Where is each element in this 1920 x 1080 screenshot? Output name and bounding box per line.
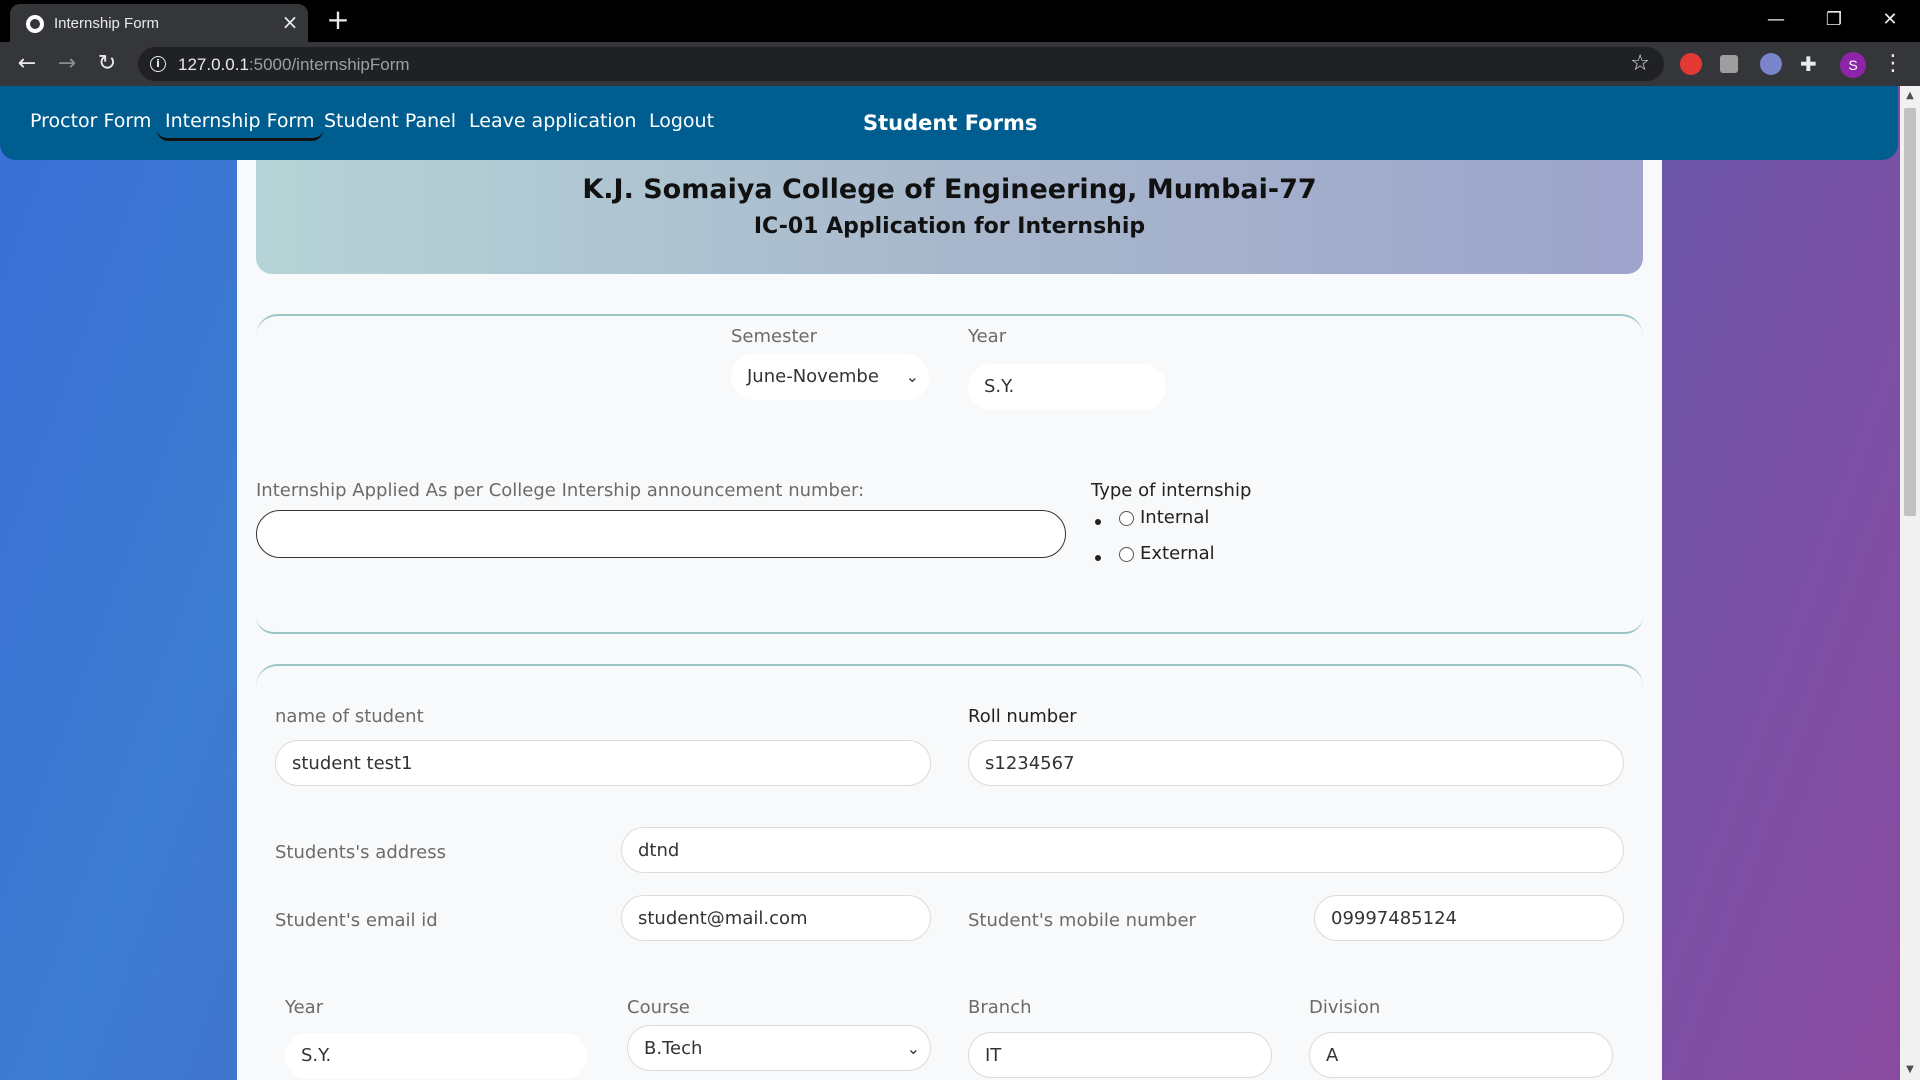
adblock-extension-icon[interactable] (1680, 53, 1702, 75)
new-tab-icon[interactable]: + (324, 6, 352, 34)
address-input[interactable]: dtnd (621, 827, 1624, 873)
branch-label: Branch (968, 997, 1032, 1018)
address-label: Students's address (275, 842, 446, 863)
semester-label: Semester (731, 326, 818, 347)
internship-type-label: Type of internship (1091, 480, 1252, 501)
extension-icon[interactable] (1760, 53, 1782, 75)
roll-number-label: Roll number (968, 706, 1077, 727)
browser-tab-bar: Internship Form × + — ❐ ✕ (0, 0, 1920, 42)
scroll-up-arrow-icon[interactable]: ▲ (1904, 90, 1916, 102)
tab-title: Internship Form (54, 15, 160, 32)
year-field[interactable]: S.Y. (968, 364, 1166, 410)
puzzle-extensions-icon[interactable]: ✚ (1800, 53, 1822, 75)
student-section-top (256, 664, 1643, 694)
site-brand: Student Forms (863, 111, 1038, 135)
back-arrow-icon[interactable]: ← (12, 50, 42, 80)
minimize-icon[interactable]: — (1756, 6, 1796, 34)
browser-tab[interactable]: Internship Form × (10, 4, 308, 42)
pen-extension-icon[interactable] (1720, 55, 1738, 73)
course-select[interactable]: B.Tech ⌄ (627, 1025, 931, 1071)
browser-toolbar: ← → ↻ i 127.0.0.1:5000/internshipForm ☆ … (0, 42, 1920, 86)
semester-select[interactable]: June-Novembe ⌄ (731, 354, 929, 400)
external-radio[interactable] (1119, 547, 1134, 562)
close-window-icon[interactable]: ✕ (1870, 6, 1910, 34)
year-label: Year (968, 326, 1007, 347)
student-name-input[interactable]: student test1 (275, 740, 931, 786)
url-text[interactable]: 127.0.0.1:5000/internshipForm (178, 55, 410, 75)
page-viewport: Proctor Form Internship Form Student Pan… (0, 86, 1920, 1080)
reload-icon[interactable]: ↻ (92, 50, 122, 80)
email-label: Student's email id (275, 910, 438, 931)
branch-input[interactable]: IT (968, 1032, 1272, 1078)
form-card: K.J. Somaiya College of Engineering, Mum… (237, 160, 1662, 1080)
nav-student-panel[interactable]: Student Panel (324, 110, 456, 132)
profile-avatar[interactable]: S (1840, 52, 1866, 78)
bullet (1095, 555, 1101, 561)
division-label: Division (1309, 997, 1381, 1018)
chevron-down-icon: ⌄ (906, 1039, 920, 1058)
email-input[interactable]: student@mail.com (621, 895, 931, 941)
student-year-field[interactable]: S.Y. (285, 1033, 587, 1079)
info-icon[interactable]: i (150, 56, 166, 72)
nav-logout[interactable]: Logout (649, 110, 714, 132)
semester-section-top (256, 314, 1643, 344)
nav-internship-form[interactable]: Internship Form (157, 110, 322, 141)
mobile-label: Student's mobile number (968, 910, 1196, 931)
site-navbar: Proctor Form Internship Form Student Pan… (0, 86, 1898, 160)
nav-proctor-form[interactable]: Proctor Form (30, 110, 151, 132)
close-tab-icon[interactable]: × (280, 12, 300, 32)
student-year-label: Year (285, 997, 324, 1018)
bullet (1095, 519, 1101, 525)
restore-icon[interactable]: ❐ (1814, 6, 1854, 34)
form-header: K.J. Somaiya College of Engineering, Mum… (256, 160, 1643, 274)
semester-section-bottom (256, 616, 1643, 634)
division-input[interactable]: A (1309, 1032, 1613, 1078)
course-label: Course (627, 997, 690, 1018)
announcement-number-input[interactable] (256, 510, 1066, 558)
form-title: IC-01 Application for Internship (753, 214, 1146, 239)
nav-leave-application[interactable]: Leave application (469, 110, 636, 132)
globe-icon (26, 15, 44, 33)
external-radio-label: External (1140, 543, 1215, 564)
roll-number-input[interactable]: s1234567 (968, 740, 1624, 786)
more-menu-icon[interactable]: ⋮ (1882, 50, 1904, 78)
internal-radio[interactable] (1119, 511, 1134, 526)
forward-arrow-icon[interactable]: → (52, 50, 82, 80)
scroll-thumb[interactable] (1904, 108, 1916, 516)
college-name: K.J. Somaiya College of Engineering, Mum… (582, 174, 1317, 205)
bookmark-star-icon[interactable]: ☆ (1630, 51, 1650, 76)
page-scrollbar[interactable]: ▲ ▼ (1900, 86, 1920, 1080)
scroll-down-arrow-icon[interactable]: ▼ (1904, 1064, 1916, 1076)
announcement-label: Internship Applied As per College Inters… (256, 480, 865, 501)
chevron-down-icon: ⌄ (905, 367, 919, 386)
student-name-label: name of student (275, 706, 424, 727)
address-bar[interactable]: i 127.0.0.1:5000/internshipForm ☆ (138, 47, 1664, 81)
internal-radio-label: Internal (1140, 507, 1210, 528)
mobile-input[interactable]: 09997485124 (1314, 895, 1624, 941)
